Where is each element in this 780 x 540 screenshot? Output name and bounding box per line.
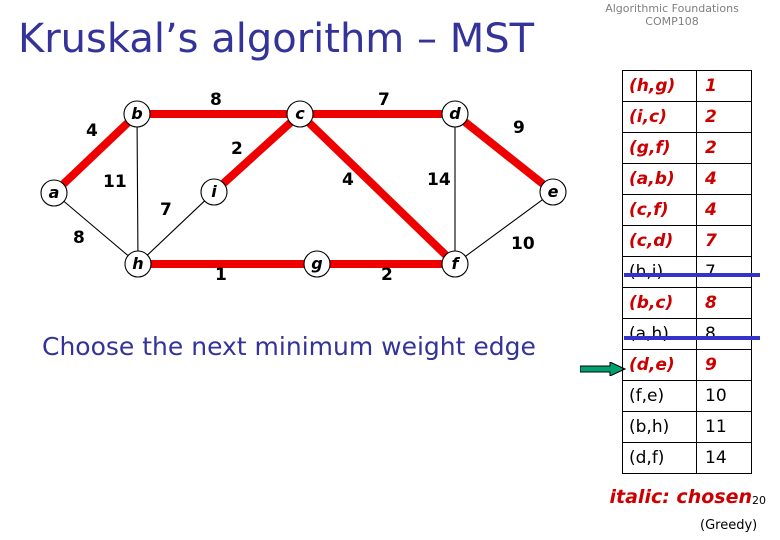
- edge-weight-label-d-e: 9: [513, 118, 525, 138]
- edge-weight-label-c-f: 4: [342, 170, 354, 190]
- graph-node-label-e: e: [547, 182, 559, 201]
- edge-name-cell: (f,e): [622, 380, 697, 412]
- edge-weight-label-c-d: 7: [378, 90, 390, 110]
- table-row: (h,g) 1: [622, 70, 752, 102]
- edge-weight-cell: 4: [696, 194, 752, 226]
- edge-name-cell: (i,c): [622, 101, 697, 133]
- table-row: (f,e) 10: [622, 380, 752, 412]
- edge-weight-label-f-e: 10: [511, 234, 535, 254]
- edge-weight-label-b-h: 11: [103, 172, 127, 192]
- table-row: (b,c) 8: [622, 287, 752, 319]
- graph-node-label-f: f: [451, 254, 459, 273]
- edge-weight-label-d-f: 14: [427, 170, 451, 190]
- edge-weight-cell: 4: [696, 163, 752, 195]
- graph-edge-b-h: [136, 126, 139, 252]
- graph-node-label-b: b: [131, 104, 143, 123]
- table-row: (g,f) 2: [622, 132, 752, 164]
- edge-weight-label-b-c: 8: [210, 90, 222, 110]
- edge-weight-cell: 8: [696, 287, 752, 319]
- edge-weight-cell: 10: [696, 380, 752, 412]
- footnote-greedy: (Greedy): [700, 518, 758, 533]
- edge-name-cell: (b,c): [622, 287, 697, 319]
- table-row: (a,h) 8: [622, 318, 752, 350]
- graph-node-label-i: i: [211, 182, 217, 201]
- edge-name-cell: (d,f): [622, 442, 697, 474]
- edge-name-cell: (d,e): [622, 349, 697, 381]
- edge-weight-label-a-h: 8: [73, 228, 85, 248]
- table-row: (c,f) 4: [622, 194, 752, 226]
- graph-node-label-c: c: [295, 104, 305, 123]
- edge-name-cell: (a,h): [622, 318, 697, 350]
- strike-through-line: [624, 272, 760, 277]
- edge-weight-cell: 7: [696, 225, 752, 257]
- edge-weight-label-g-f: 2: [381, 265, 393, 285]
- table-row: (b,h) 11: [622, 411, 752, 443]
- edge-weight-cell: 11: [696, 411, 752, 443]
- graph-edge-h-i: [147, 200, 205, 256]
- table-row: (d,e) 9: [622, 349, 752, 381]
- table-row: (d,f) 14: [622, 442, 752, 474]
- edge-name-cell: (a,b): [622, 163, 697, 195]
- graph-node-label-g: g: [311, 254, 323, 273]
- table-row: (i,c) 2: [622, 101, 752, 133]
- edge-weight-cell: 1: [696, 70, 752, 102]
- graph-node-label-a: a: [48, 183, 60, 202]
- edge-weight-cell: 2: [696, 132, 752, 164]
- graph-edge-d-e: [462, 118, 546, 188]
- instruction-caption: Choose the next minimum weight edge: [42, 332, 536, 361]
- edge-name-cell: (c,f): [622, 194, 697, 226]
- edge-name-cell: (c,d): [622, 225, 697, 257]
- edge-weight-cell: 14: [696, 442, 752, 474]
- edge-weight-cell: 8: [696, 318, 752, 350]
- edge-weight-cell: 9: [696, 349, 752, 381]
- legend-italic-chosen: italic: chosen: [609, 486, 752, 508]
- table-row: (a,b) 4: [622, 163, 752, 195]
- table-row: (c,d) 7: [622, 225, 752, 257]
- edge-weight-label-a-b: 4: [86, 121, 98, 141]
- edge-weight-label-c-i: 2: [231, 139, 243, 159]
- graph-node-label-d: d: [449, 104, 461, 123]
- edge-name-cell: (b,h): [622, 411, 697, 443]
- pointer-arrow-icon: [580, 362, 626, 376]
- edge-weight-cell: 2: [696, 101, 752, 133]
- strike-through-line: [624, 335, 760, 340]
- edge-weight-label-h-i: 7: [160, 200, 172, 220]
- edge-name-cell: (g,f): [622, 132, 697, 164]
- graph-edge-c-f: [306, 120, 449, 258]
- page-number: 20: [752, 494, 766, 507]
- edge-weight-label-h-g: 1: [215, 265, 227, 285]
- graph-node-label-h: h: [132, 254, 144, 273]
- edge-name-cell: (h,g): [622, 70, 697, 102]
